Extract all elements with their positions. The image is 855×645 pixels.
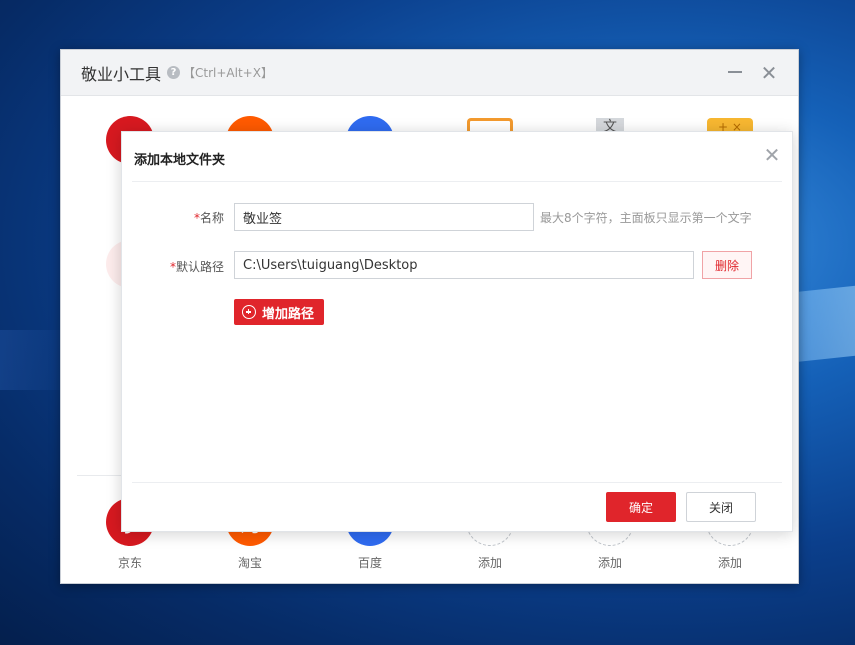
window-close-button[interactable]: ✕ [758,62,780,84]
add-folder-dialog: 添加本地文件夹 ✕ *名称 最大8个字符，主面板只显示第一个文字 *默认路径 删… [121,131,793,532]
app-titlebar[interactable]: 敬业小工具 ? 【Ctrl+Alt+X】 ✕ [61,50,798,96]
delete-path-button[interactable]: 删除 [702,251,752,279]
tool-label-add: 添加 [717,556,742,570]
path-label: *默认路径 [169,260,224,274]
tool-label-add: 添加 [477,556,502,570]
add-path-label: 增加路径 [262,306,315,322]
help-icon[interactable]: ? [167,66,181,79]
tool-label-taobao: 淘宝 [237,556,262,570]
dialog-header: 添加本地文件夹 ✕ [132,132,782,182]
dialog-close-icon[interactable]: ✕ [762,145,782,165]
plus-circle-icon [242,305,256,319]
minimize-button[interactable] [728,71,742,73]
name-label: *名称 [193,211,224,225]
path-input[interactable] [234,251,694,279]
dialog-title: 添加本地文件夹 [134,153,226,168]
close-button[interactable]: 关闭 [686,492,756,522]
add-path-button[interactable]: 增加路径 [234,299,325,325]
tool-label-jd: 京东 [117,556,142,570]
footer-divider [132,482,782,483]
app-title: 敬业小工具 [81,64,162,84]
tool-label-baidu: 百度 [357,556,382,570]
hotkey-label: 【Ctrl+Alt+X】 [183,66,273,80]
confirm-button[interactable]: 确定 [606,492,676,522]
name-input[interactable] [234,203,534,231]
name-hint: 最大8个字符，主面板只显示第一个文字 [540,211,752,225]
tool-label-add: 添加 [597,556,622,570]
